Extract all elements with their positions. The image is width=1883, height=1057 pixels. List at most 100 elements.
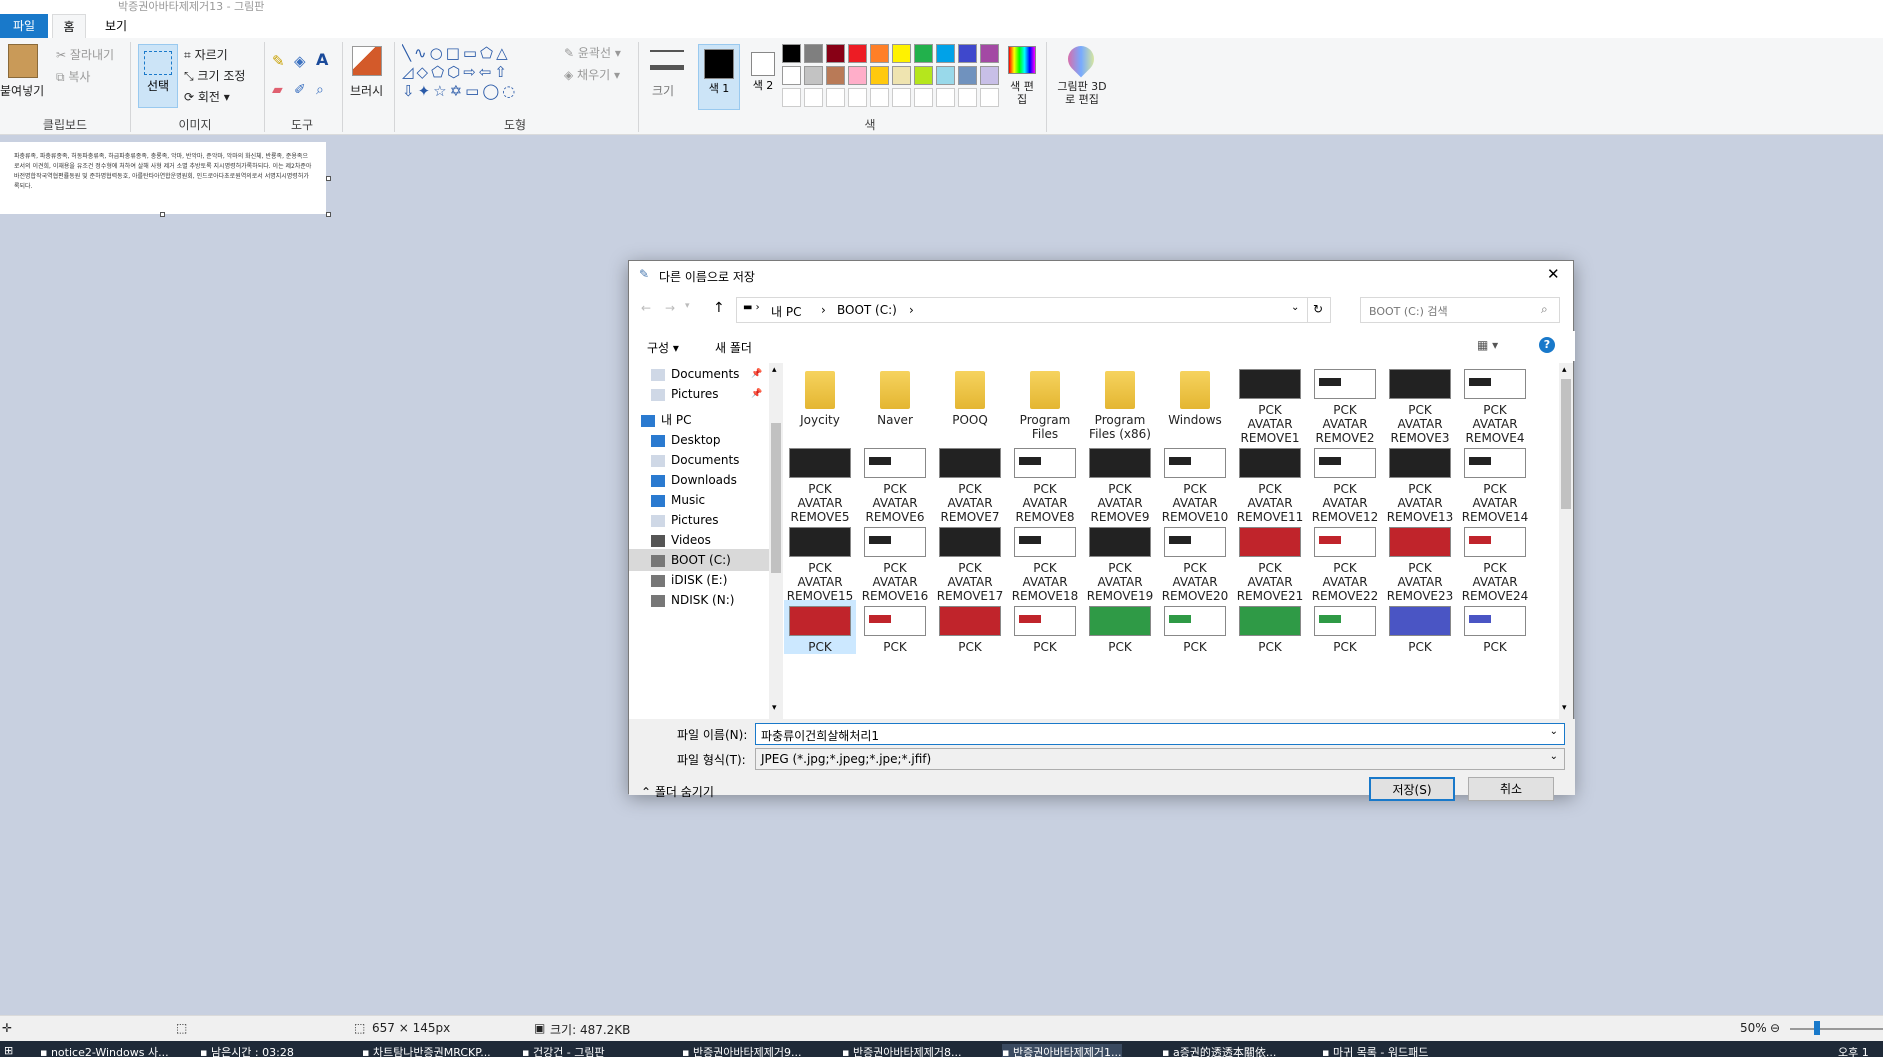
- scroll-up-icon[interactable]: ▴: [1562, 365, 1567, 375]
- taskbar-item[interactable]: ▪ 반증권아바타제제거9...: [682, 1044, 802, 1057]
- color-swatch[interactable]: [848, 88, 867, 107]
- color-swatch[interactable]: [892, 88, 911, 107]
- forward-icon[interactable]: →: [665, 301, 675, 315]
- cancel-button[interactable]: 취소: [1468, 777, 1554, 801]
- color-swatch[interactable]: [936, 88, 955, 107]
- nav-item[interactable]: Pictures 📌: [651, 383, 762, 405]
- file-item[interactable]: PCK AVATAR REMOVE5: [784, 442, 856, 524]
- nav-item[interactable]: Documents: [651, 449, 739, 471]
- color-swatch[interactable]: [914, 88, 933, 107]
- taskbar-item[interactable]: ▪ 반증권아바타제제거1...: [1002, 1044, 1122, 1057]
- address-bar[interactable]: ▬ › 내 PC › BOOT (C:) › ⌄ ↻: [736, 297, 1331, 323]
- file-item[interactable]: PCK: [1009, 600, 1081, 654]
- file-item[interactable]: PCK AVATAR REMOVE4: [1459, 363, 1531, 445]
- color-swatch[interactable]: [870, 66, 889, 85]
- color-swatch[interactable]: [980, 66, 999, 85]
- size-button[interactable]: 크기: [652, 82, 674, 99]
- color-swatch[interactable]: [848, 44, 867, 63]
- file-item[interactable]: PCK AVATAR REMOVE22: [1309, 521, 1381, 603]
- color-swatch[interactable]: [848, 66, 867, 85]
- color-swatch[interactable]: [958, 88, 977, 107]
- paint3d-icon[interactable]: [1062, 40, 1100, 78]
- eraser-icon[interactable]: ▰: [272, 82, 283, 98]
- nav-item[interactable]: Videos: [651, 529, 711, 551]
- nav-scrollbar[interactable]: ▴ ▾: [769, 363, 783, 719]
- color-swatch[interactable]: [870, 88, 889, 107]
- new-folder-button[interactable]: 새 폴더: [715, 339, 752, 356]
- color-swatch[interactable]: [870, 44, 889, 63]
- fill-icon[interactable]: ◈: [294, 52, 306, 70]
- file-item[interactable]: PCK AVATAR REMOVE20: [1159, 521, 1231, 603]
- filetype-select[interactable]: JPEG (*.jpg;*.jpeg;*.jpe;*.jfif) ⌄: [755, 748, 1565, 770]
- organize-button[interactable]: 구성 ▾: [647, 339, 679, 356]
- color-swatch[interactable]: [826, 66, 845, 85]
- crop-button[interactable]: ⌗ 자르기: [184, 46, 228, 63]
- start-icon[interactable]: ⊞: [4, 1044, 13, 1057]
- color-swatch[interactable]: [804, 44, 823, 63]
- scroll-down-icon[interactable]: ▾: [1562, 703, 1567, 713]
- color-swatch[interactable]: [958, 44, 977, 63]
- zoom-slider-thumb[interactable]: [1814, 1021, 1820, 1035]
- folder-item[interactable]: Program Files: [1009, 363, 1081, 441]
- cut-button[interactable]: ✂ 잘라내기: [56, 46, 114, 63]
- color-swatch[interactable]: [958, 66, 977, 85]
- pencil-icon[interactable]: ✎: [272, 52, 285, 70]
- chevron-down-icon[interactable]: ⌄: [1550, 751, 1558, 762]
- file-item[interactable]: PCK AVATAR REMOVE6: [859, 442, 931, 524]
- hide-folders-button[interactable]: ⌃ 폴더 숨기기: [641, 783, 714, 800]
- chevron-down-icon[interactable]: ⌄: [1550, 726, 1558, 737]
- save-button[interactable]: 저장(S): [1369, 777, 1455, 801]
- tab-home[interactable]: 홈: [52, 14, 86, 38]
- help-icon[interactable]: ?: [1539, 337, 1555, 353]
- paste-button[interactable]: 붙여넣기: [0, 82, 44, 99]
- taskbar-item[interactable]: ▪ 남은시간 : 03:28: [200, 1044, 294, 1057]
- chevron-down-icon[interactable]: ⌄: [1291, 302, 1299, 313]
- color-swatch[interactable]: [980, 88, 999, 107]
- fill-shape-button[interactable]: ◈ 채우기 ▾: [564, 66, 620, 83]
- file-item[interactable]: PCK AVATAR REMOVE19: [1084, 521, 1156, 603]
- nav-item[interactable]: Documents 📌: [651, 363, 762, 385]
- brushes-button[interactable]: 브러시: [350, 82, 383, 99]
- color-swatch[interactable]: [782, 66, 801, 85]
- file-item[interactable]: PCK: [859, 600, 931, 654]
- color-swatch[interactable]: [826, 44, 845, 63]
- file-item[interactable]: PCK AVATAR REMOVE13: [1384, 442, 1456, 524]
- taskbar-item[interactable]: ▪ 건강건 - 그림판: [522, 1044, 605, 1057]
- shapes-gallery[interactable]: ╲∿○□▭⬠△ ◿◇⬠⬡⇨⇦⇧ ⇩✦☆✡▭◯◌: [402, 44, 552, 102]
- nav-item[interactable]: iDISK (E:): [651, 569, 727, 591]
- resize-handle[interactable]: [326, 176, 331, 181]
- folder-item[interactable]: Joycity: [784, 363, 856, 427]
- file-item[interactable]: PCK AVATAR REMOVE9: [1084, 442, 1156, 524]
- clock[interactable]: 오후 1: [1838, 1044, 1869, 1057]
- file-item[interactable]: PCK: [1309, 600, 1381, 654]
- nav-item[interactable]: Music: [651, 489, 705, 511]
- file-item[interactable]: PCK AVATAR REMOVE1: [1234, 363, 1306, 445]
- files-scrollbar[interactable]: ▴ ▾: [1559, 363, 1573, 719]
- magnifier-icon[interactable]: ⌕: [316, 82, 324, 98]
- color1-button[interactable]: 색 1: [698, 44, 740, 110]
- back-icon[interactable]: ←: [641, 301, 651, 315]
- paint3d-button[interactable]: 그림판 3D로 편집: [1054, 80, 1110, 106]
- file-item[interactable]: PCK: [1084, 600, 1156, 654]
- files-scroll-thumb[interactable]: [1561, 379, 1571, 509]
- taskbar-item[interactable]: ▪ 차트탐나반증권MRCKP...: [362, 1044, 491, 1057]
- search-input[interactable]: BOOT (C:) 검색 ⌕: [1360, 297, 1560, 323]
- recent-dropdown-icon[interactable]: ▾: [685, 301, 690, 311]
- nav-item[interactable]: 내 PC: [641, 409, 691, 431]
- scroll-up-icon[interactable]: ▴: [772, 365, 777, 375]
- up-icon[interactable]: ↑: [713, 300, 725, 316]
- nav-scroll-thumb[interactable]: [771, 423, 781, 573]
- color-swatch[interactable]: [804, 66, 823, 85]
- color-swatch[interactable]: [782, 88, 801, 107]
- file-item[interactable]: PCK AVATAR REMOVE11: [1234, 442, 1306, 524]
- file-item[interactable]: PCK AVATAR REMOVE21: [1234, 521, 1306, 603]
- color-swatch[interactable]: [804, 88, 823, 107]
- resize-handle[interactable]: [326, 212, 331, 217]
- taskbar-item[interactable]: ▪ 마귀 목록 - 워드패드: [1322, 1044, 1428, 1057]
- nav-item[interactable]: Downloads: [651, 469, 737, 491]
- size-icon[interactable]: [650, 50, 684, 70]
- breadcrumb-boot[interactable]: BOOT (C:): [837, 303, 897, 317]
- color-swatch[interactable]: [892, 44, 911, 63]
- close-icon[interactable]: ✕: [1547, 265, 1560, 283]
- canvas[interactable]: 파충류족, 파충류종족, 허동파충류족, 하급파충류종족, 충룡족, 악마, 반…: [0, 142, 326, 214]
